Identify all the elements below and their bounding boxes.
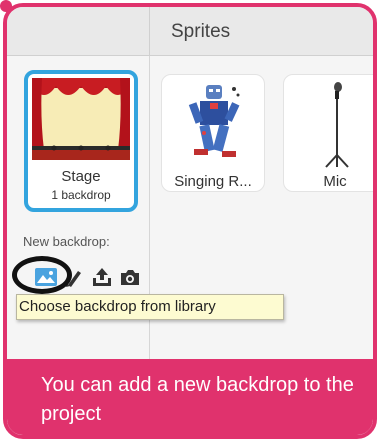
sprite-tile-mic[interactable]: Mic (283, 74, 373, 192)
sprite-tile-singing-robot[interactable]: Singing R... (161, 74, 265, 192)
singing-robot-sprite-icon (188, 85, 240, 157)
stage-thumbnail (32, 78, 130, 160)
sprites-title: Sprites (171, 21, 231, 42)
tooltip: Choose backdrop from library (16, 294, 284, 320)
stage-label: Stage (61, 168, 101, 185)
mic-stand-sprite-icon (325, 82, 349, 168)
camera-icon[interactable] (118, 265, 142, 289)
caption-text: You can add a new backdrop to the projec… (41, 374, 354, 425)
stage-backdrop-count: 1 backdrop (51, 188, 111, 202)
corner-dot (0, 0, 12, 12)
stage-tile[interactable]: Stage 1 backdrop (24, 70, 138, 212)
upload-icon[interactable] (90, 265, 114, 289)
tutorial-card-frame: Sprites Stage 1 backdrop Singing R... Mi… (3, 3, 377, 439)
highlight-circle (12, 256, 72, 294)
header-divider (149, 7, 150, 55)
sprites-header: Sprites (7, 7, 373, 56)
new-backdrop-label: New backdrop: (23, 234, 110, 249)
sprite-name: Mic (323, 173, 347, 190)
sprite-name: Singing R... (174, 173, 252, 190)
